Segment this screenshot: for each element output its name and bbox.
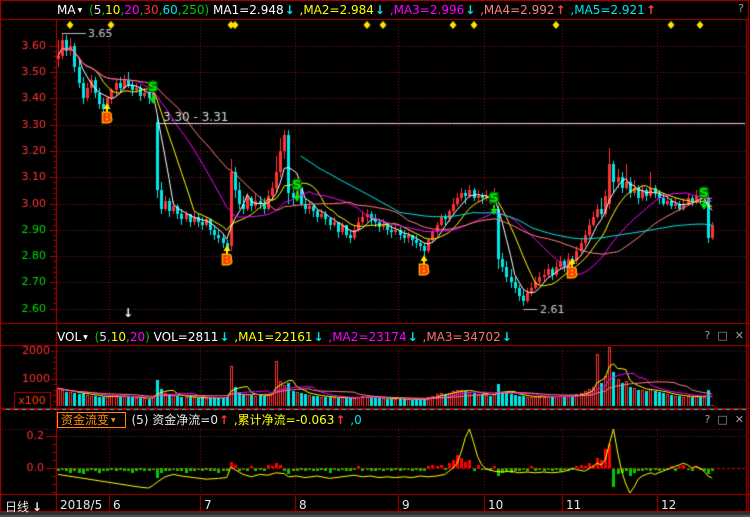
flow-indicator-dropdown[interactable]: 资金流变▼ [57, 412, 126, 428]
period-label: 日线 [5, 500, 29, 514]
month-label: 12 [661, 498, 676, 512]
help-icon[interactable]: ? [705, 413, 711, 426]
help-icon[interactable]: ? [738, 2, 744, 15]
vol-readouts: (5,10,20) VOL=2811↓ ,MA1=22161↓ ,MA2=231… [95, 330, 513, 344]
main-panel-buttons: ? [731, 2, 744, 16]
flow-readouts: (5) 资金净流=0↑ ,累计净流=-0.063↑ ,0 [131, 413, 361, 427]
month-label: 9 [402, 498, 410, 512]
maximize-icon[interactable]: □ [717, 413, 727, 426]
stock-chart-app: MA▼ (5,10,20,30,60,250) MA1=2.948↓ ,MA2=… [0, 0, 750, 517]
chevron-down-icon: ▼ [78, 7, 83, 14]
vol-panel-buttons: ? □ ✕ [698, 329, 744, 343]
chevron-down-icon: ▼ [83, 334, 88, 341]
month-label: 8 [299, 498, 307, 512]
maximize-icon[interactable]: □ [717, 329, 727, 342]
month-label: 7 [204, 498, 212, 512]
vol-indicator-label: VOL [57, 330, 81, 344]
close-icon[interactable]: ✕ [735, 329, 744, 342]
flow-panel-buttons: ? □ ✕ [698, 413, 744, 427]
flow-indicator-header: 资金流变▼ (5) 资金净流=0↑ ,累计净流=-0.063↑ ,0 [57, 412, 362, 428]
vol-indicator-header: VOL▼ (5,10,20) VOL=2811↓ ,MA1=22161↓ ,MA… [57, 329, 513, 345]
ma-indicator-label: MA [57, 3, 76, 17]
chevron-down-icon: ▼ [111, 417, 116, 424]
month-label: 10 [488, 498, 503, 512]
month-label: 11 [566, 498, 581, 512]
vol-indicator-dropdown[interactable]: VOL▼ [57, 330, 95, 344]
help-icon[interactable]: ? [705, 329, 711, 342]
month-label: 6 [113, 498, 121, 512]
chart-canvas[interactable] [0, 0, 750, 517]
ma-readouts: (5,10,20,30,60,250) MA1=2.948↓ ,MA2=2.98… [89, 3, 657, 17]
period-selector[interactable]: 日线↓ [5, 498, 42, 515]
ma-indicator-header: MA▼ (5,10,20,30,60,250) MA1=2.948↓ ,MA2=… [57, 2, 657, 18]
close-icon[interactable]: ✕ [735, 413, 744, 426]
flow-indicator-label: 资金流变 [61, 413, 109, 427]
arrow-down-icon: ↓ [32, 500, 42, 514]
ma-indicator-dropdown[interactable]: MA▼ [57, 3, 89, 17]
month-label: 2018/5 [60, 498, 102, 512]
